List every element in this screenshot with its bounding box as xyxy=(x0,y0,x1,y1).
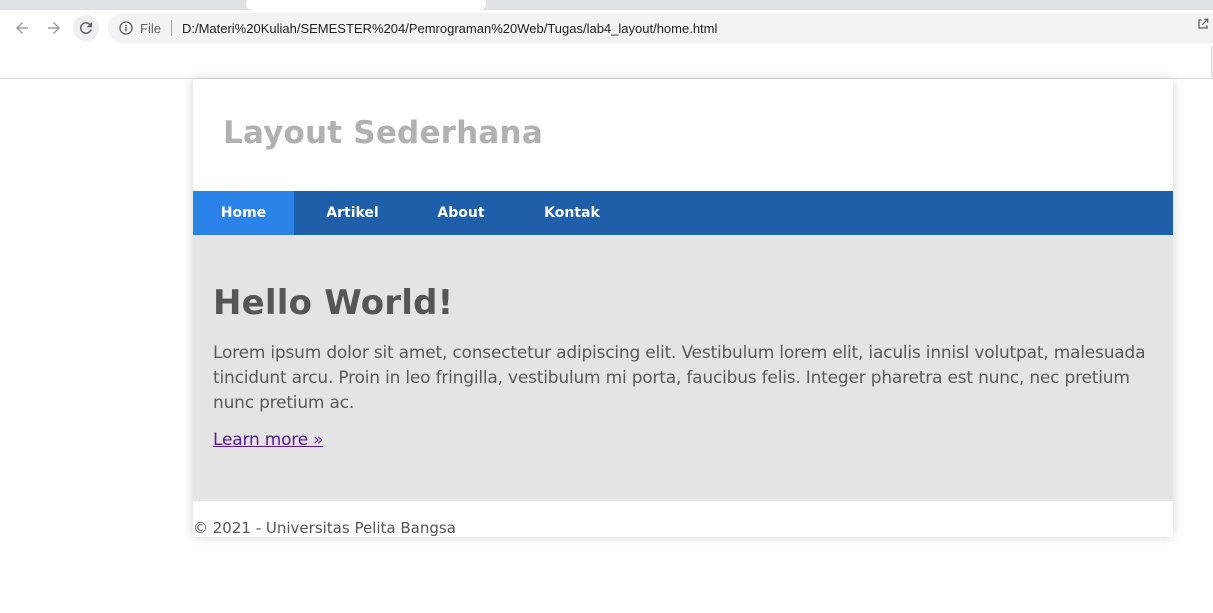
learn-more-link[interactable]: Learn more » xyxy=(213,430,324,450)
site-title: Layout Sederhana xyxy=(223,115,543,151)
tab-strip xyxy=(0,0,1213,10)
hero-title: Hello World! xyxy=(213,283,454,323)
share-icon[interactable] xyxy=(1195,16,1211,32)
active-tab[interactable] xyxy=(246,0,486,10)
browser-toolbar: File D:/Materi%20Kuliah/SEMESTER%204/Pem… xyxy=(0,10,1213,46)
hero-section: Hello World! Lorem ipsum dolor sit amet,… xyxy=(193,235,1173,501)
info-icon[interactable] xyxy=(118,20,134,36)
nav-item-about[interactable]: About xyxy=(411,191,511,235)
arrow-left-icon xyxy=(16,22,28,34)
reload-icon xyxy=(79,22,92,35)
nav-item-artikel[interactable]: Artikel xyxy=(294,191,411,235)
main-nav: Home Artikel About Kontak xyxy=(193,191,1173,235)
forward-button[interactable] xyxy=(41,15,67,41)
footer-text: © 2021 - Universitas Pelita Bangsa xyxy=(193,519,456,537)
scheme-label: File xyxy=(140,20,161,36)
arrow-right-icon xyxy=(48,22,60,34)
address-separator xyxy=(170,20,172,36)
url-text[interactable]: D:/Materi%20Kuliah/SEMESTER%204/Pemrogra… xyxy=(182,21,717,36)
address-bar[interactable]: File D:/Materi%20Kuliah/SEMESTER%204/Pem… xyxy=(108,13,1213,43)
page-container: Layout Sederhana Home Artikel About Kont… xyxy=(193,79,1173,537)
nav-item-kontak[interactable]: Kontak xyxy=(511,191,633,235)
back-button[interactable] xyxy=(9,15,35,41)
site-header: Layout Sederhana xyxy=(193,79,1173,191)
nav-item-home[interactable]: Home xyxy=(193,191,294,235)
reload-button[interactable] xyxy=(73,15,99,41)
hero-text: Lorem ipsum dolor sit amet, consectetur … xyxy=(213,343,1146,413)
site-footer: © 2021 - Universitas Pelita Bangsa xyxy=(193,501,1173,537)
